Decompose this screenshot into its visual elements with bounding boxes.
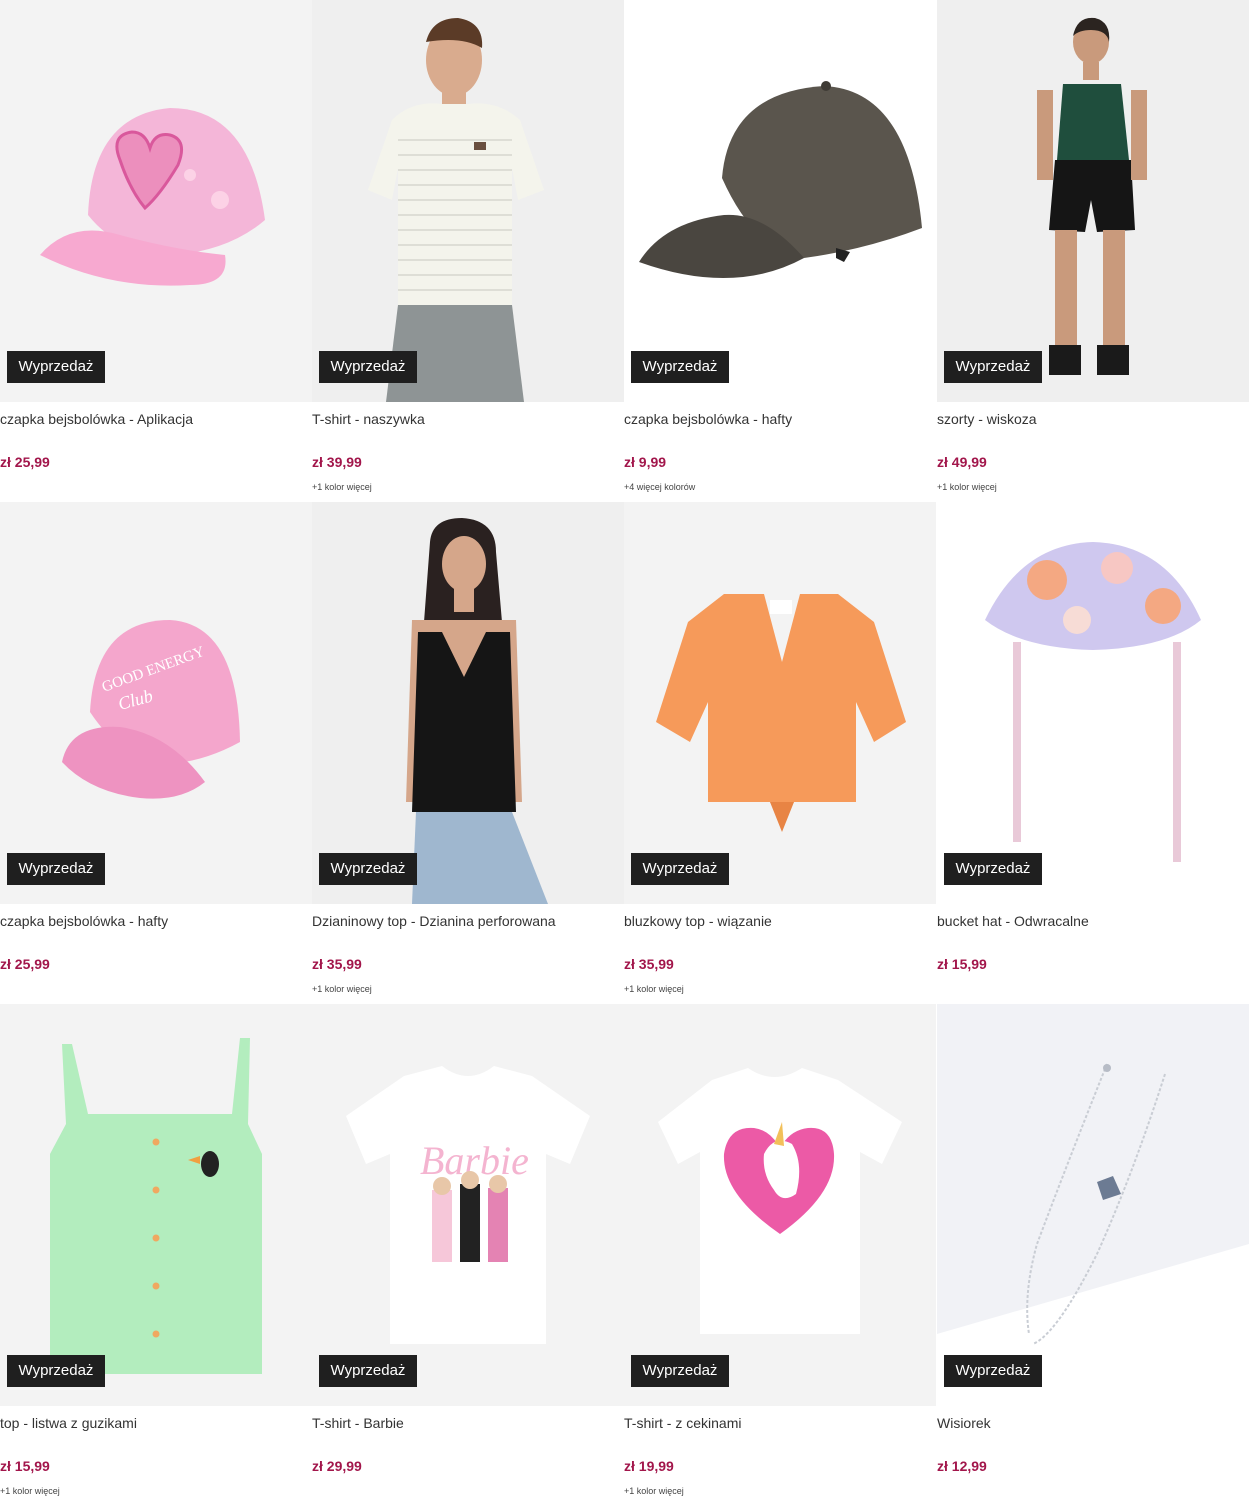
product-price: zł 15,99 — [937, 956, 987, 972]
product-title[interactable]: Dzianinowy top - Dzianina perforowana — [312, 913, 556, 929]
sale-badge: Wyprzedaż — [7, 351, 105, 383]
product-image[interactable]: GOOD ENERGY Club Wyprzedaż — [0, 502, 312, 904]
product-image[interactable]: Wyprzedaż — [937, 1004, 1249, 1406]
product-card[interactable]: Wyprzedaż top - listwa z guzikami zł 15,… — [0, 1004, 312, 1506]
striped-tshirt-model-icon — [312, 0, 624, 402]
product-title[interactable]: T-shirt - naszywka — [312, 411, 425, 427]
sale-badge: Wyprzedaż — [631, 351, 729, 383]
product-title[interactable]: czapka bejsbolówka - hafty — [624, 411, 792, 427]
product-price: zł 15,99 — [0, 1458, 50, 1474]
product-price: zł 39,99 — [312, 454, 362, 470]
product-image[interactable]: Wyprzedaż — [0, 0, 312, 402]
sale-badge: Wyprzedaż — [319, 1355, 417, 1387]
product-grid: Wyprzedaż czapka bejsbolówka - Aplikacja… — [0, 0, 1250, 1506]
sale-badge: Wyprzedaż — [631, 853, 729, 885]
more-colors: +4 więcej kolorów — [624, 482, 696, 492]
unicorn-tshirt-icon — [624, 1004, 936, 1406]
product-price: zł 29,99 — [312, 1458, 362, 1474]
more-colors: +1 kolor więcej — [937, 482, 997, 492]
product-card[interactable]: Wyprzedaż T-shirt - z cekinami zł 19,99 … — [624, 1004, 936, 1506]
product-card[interactable]: Wyprzedaż Dzianinowy top - Dzianina perf… — [312, 502, 624, 1004]
floral-bucket-hat-icon — [937, 502, 1249, 904]
product-card[interactable]: GOOD ENERGY Club Wyprzedaż czapka bejsbo… — [0, 502, 312, 1004]
product-title[interactable]: czapka bejsbolówka - Aplikacja — [0, 411, 193, 427]
product-image[interactable]: Wyprzedaż — [312, 0, 624, 402]
pink-cap-heart-icon — [0, 0, 312, 402]
product-card[interactable]: Barbie Wyprzedaż T-shirt - Barbie zł 29,… — [312, 1004, 624, 1506]
product-card[interactable]: Wyprzedaż szorty - wiskoza zł 49,99 +1 k… — [937, 0, 1249, 502]
product-card[interactable]: Wyprzedaż bluzkowy top - wiązanie zł 35,… — [624, 502, 936, 1004]
product-price: zł 25,99 — [0, 454, 50, 470]
khaki-cap-icon — [624, 0, 936, 402]
product-price: zł 12,99 — [937, 1458, 987, 1474]
product-title[interactable]: bucket hat - Odwracalne — [937, 913, 1089, 929]
more-colors: +1 kolor więcej — [0, 1486, 60, 1496]
product-title[interactable]: szorty - wiskoza — [937, 411, 1037, 427]
product-title[interactable]: Wisiorek — [937, 1415, 991, 1431]
sale-badge: Wyprzedaż — [944, 1355, 1042, 1387]
barbie-tshirt-icon: Barbie — [312, 1004, 624, 1406]
orange-tie-top-icon — [624, 502, 936, 904]
product-image[interactable]: Wyprzedaż — [624, 502, 936, 904]
product-card[interactable]: Wyprzedaż czapka bejsbolówka - Aplikacja… — [0, 0, 312, 502]
product-card[interactable]: Wyprzedaż Wisiorek zł 12,99 — [937, 1004, 1249, 1506]
sale-badge: Wyprzedaż — [944, 351, 1042, 383]
sale-badge: Wyprzedaż — [7, 1355, 105, 1387]
product-title[interactable]: top - listwa z guzikami — [0, 1415, 137, 1431]
black-knit-top-model-icon — [312, 502, 624, 904]
product-title[interactable]: T-shirt - Barbie — [312, 1415, 404, 1431]
more-colors: +1 kolor więcej — [624, 984, 684, 994]
more-colors: +1 kolor więcej — [624, 1486, 684, 1496]
product-price: zł 49,99 — [937, 454, 987, 470]
product-image[interactable]: Wyprzedaż — [937, 502, 1249, 904]
product-price: zł 9,99 — [624, 454, 667, 470]
sale-badge: Wyprzedaż — [631, 1355, 729, 1387]
pink-cap-club-icon: GOOD ENERGY Club — [0, 502, 312, 904]
product-image[interactable]: Wyprzedaż — [624, 0, 936, 402]
product-image[interactable]: Wyprzedaż — [937, 0, 1249, 402]
product-card[interactable]: Wyprzedaż T-shirt - naszywka zł 39,99 +1… — [312, 0, 624, 502]
product-price: zł 35,99 — [312, 956, 362, 972]
product-image[interactable]: Barbie Wyprzedaż — [312, 1004, 624, 1406]
product-title[interactable]: czapka bejsbolówka - hafty — [0, 913, 168, 929]
sale-badge: Wyprzedaż — [319, 351, 417, 383]
product-title[interactable]: T-shirt - z cekinami — [624, 1415, 741, 1431]
product-image[interactable]: Wyprzedaż — [312, 502, 624, 904]
product-title[interactable]: bluzkowy top - wiązanie — [624, 913, 772, 929]
product-image[interactable]: Wyprzedaż — [624, 1004, 936, 1406]
product-card[interactable]: Wyprzedaż czapka bejsbolówka - hafty zł … — [624, 0, 936, 502]
more-colors: +1 kolor więcej — [312, 984, 372, 994]
product-price: zł 35,99 — [624, 956, 674, 972]
silver-necklace-icon — [937, 1004, 1249, 1406]
black-shorts-model-icon — [937, 0, 1249, 402]
product-price: zł 19,99 — [624, 1458, 674, 1474]
sale-badge: Wyprzedaż — [944, 853, 1042, 885]
sale-badge: Wyprzedaż — [7, 853, 105, 885]
green-button-top-icon — [0, 1004, 312, 1406]
product-image[interactable]: Wyprzedaż — [0, 1004, 312, 1406]
product-card[interactable]: Wyprzedaż bucket hat - Odwracalne zł 15,… — [937, 502, 1249, 1004]
sale-badge: Wyprzedaż — [319, 853, 417, 885]
more-colors: +1 kolor więcej — [312, 482, 372, 492]
product-price: zł 25,99 — [0, 956, 50, 972]
